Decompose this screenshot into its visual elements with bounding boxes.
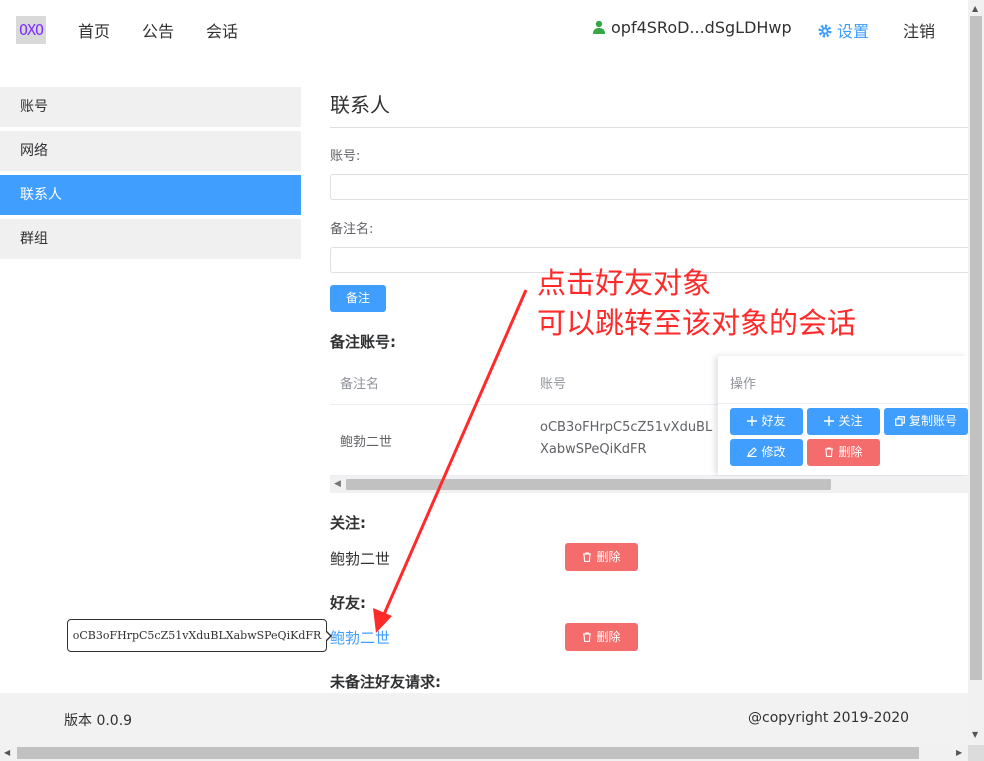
- delete-row-label: 删除: [838, 445, 863, 459]
- follow-heading: 关注:: [330, 514, 366, 532]
- actions-header-divider: [718, 403, 968, 404]
- scroll-left-icon[interactable]: ◀: [4, 748, 10, 757]
- remarked-accounts-heading: 备注账号:: [330, 333, 396, 351]
- plus-icon: [824, 416, 835, 426]
- actions-column: 操作 好友 关注 复制账号 修改 删除: [718, 356, 968, 475]
- sidebar-item-contacts[interactable]: 联系人: [0, 175, 301, 215]
- copy-icon: [895, 416, 905, 426]
- sidebar-item-network[interactable]: 网络: [0, 131, 301, 171]
- nav-home[interactable]: 首页: [78, 18, 110, 42]
- sidebar-item-account[interactable]: 账号: [0, 87, 301, 127]
- follow-label: 关注: [838, 414, 863, 428]
- horizontal-scroll-thumb[interactable]: [17, 747, 919, 759]
- nav-announcements[interactable]: 公告: [142, 18, 174, 42]
- nav-settings[interactable]: 设置: [818, 18, 869, 42]
- trash-icon: [583, 552, 592, 562]
- sidebar-item-groups[interactable]: 群组: [0, 219, 301, 259]
- vertical-scrollbar[interactable]: ▲ ▼: [968, 0, 984, 745]
- user-icon: [593, 20, 605, 34]
- follow-name: 鲍勃二世: [330, 550, 391, 568]
- settings-label: 设置: [837, 22, 870, 41]
- table-horizontal-scrollbar[interactable]: ◀: [330, 476, 968, 493]
- trash-icon: [825, 447, 834, 457]
- scroll-left-icon[interactable]: ◀: [334, 479, 341, 489]
- edit-label: 修改: [761, 445, 786, 459]
- copy-account-label: 复制账号: [908, 414, 957, 428]
- app-logo[interactable]: OXO: [16, 16, 46, 44]
- account-tooltip: oCB3oFHrpC5cZ51vXduBLXabwSPeQiKdFR: [67, 619, 327, 652]
- nav-logout[interactable]: 注销: [903, 18, 935, 42]
- friends-heading: 好友:: [330, 594, 366, 612]
- account-label: 账号:: [330, 149, 361, 164]
- delete-friend-button[interactable]: 删除: [565, 623, 638, 651]
- delete-follow-button[interactable]: 删除: [565, 543, 638, 571]
- add-friend-button[interactable]: 好友: [730, 408, 803, 435]
- edit-icon: [747, 447, 758, 457]
- nav-user[interactable]: opf4SRoD...dSgLDHwp: [592, 18, 792, 37]
- vertical-scroll-thumb[interactable]: [970, 16, 982, 680]
- title-divider: [330, 127, 968, 128]
- follow-button[interactable]: 关注: [807, 408, 880, 435]
- friend-name-link[interactable]: 鲍勃二世: [330, 627, 390, 648]
- annotation-line-2: 可以跳转至该对象的会话: [537, 306, 857, 340]
- scrollbar-corner: [968, 745, 984, 761]
- row-account-line2: XabwSPeQiKdFR: [540, 442, 647, 457]
- row-account-line1: oCB3oFHrpC5cZ51vXduBL: [540, 420, 713, 435]
- col-remark-header: 备注名: [340, 377, 380, 392]
- footer: 版本 0.0.9 @copyright 2019-2020: [0, 693, 968, 745]
- trash-icon: [583, 632, 592, 642]
- delete-follow-label: 删除: [596, 550, 621, 564]
- col-account-header: 账号: [540, 377, 567, 392]
- remark-label: 备注名:: [330, 222, 374, 237]
- edit-button[interactable]: 修改: [730, 439, 803, 466]
- copyright-text: @copyright 2019-2020: [748, 710, 910, 726]
- user-name: opf4SRoD...dSgLDHwp: [611, 18, 792, 37]
- gear-icon: [818, 24, 832, 38]
- plus-icon: [747, 416, 758, 426]
- scroll-right-icon[interactable]: ▶: [956, 748, 962, 757]
- scroll-down-icon[interactable]: ▼: [972, 730, 978, 739]
- nav-sessions[interactable]: 会话: [206, 18, 238, 42]
- add-friend-label: 好友: [761, 414, 786, 428]
- scroll-up-icon[interactable]: ▲: [972, 4, 978, 13]
- pending-requests-heading: 未备注好友请求:: [330, 673, 441, 691]
- remark-button[interactable]: 备注: [330, 285, 386, 312]
- account-input[interactable]: [330, 174, 968, 200]
- delete-row-button[interactable]: 删除: [807, 439, 880, 466]
- version-text: 版本 0.0.9: [64, 713, 133, 729]
- tooltip-arrow-inner: [325, 631, 330, 641]
- page-title: 联系人: [330, 93, 390, 117]
- row-remark: 鲍勃二世: [340, 435, 393, 450]
- delete-friend-label: 删除: [596, 630, 621, 644]
- table-scroll-thumb[interactable]: [346, 479, 831, 490]
- col-actions-header: 操作: [730, 377, 757, 392]
- horizontal-scrollbar[interactable]: ◀ ▶: [0, 745, 968, 761]
- copy-account-button[interactable]: 复制账号: [884, 408, 968, 435]
- annotation-line-1: 点击好友对象: [537, 266, 712, 300]
- top-navbar: OXO 首页 公告 会话 opf4SRoD...dSgLDHwp 设置 注销: [0, 0, 968, 60]
